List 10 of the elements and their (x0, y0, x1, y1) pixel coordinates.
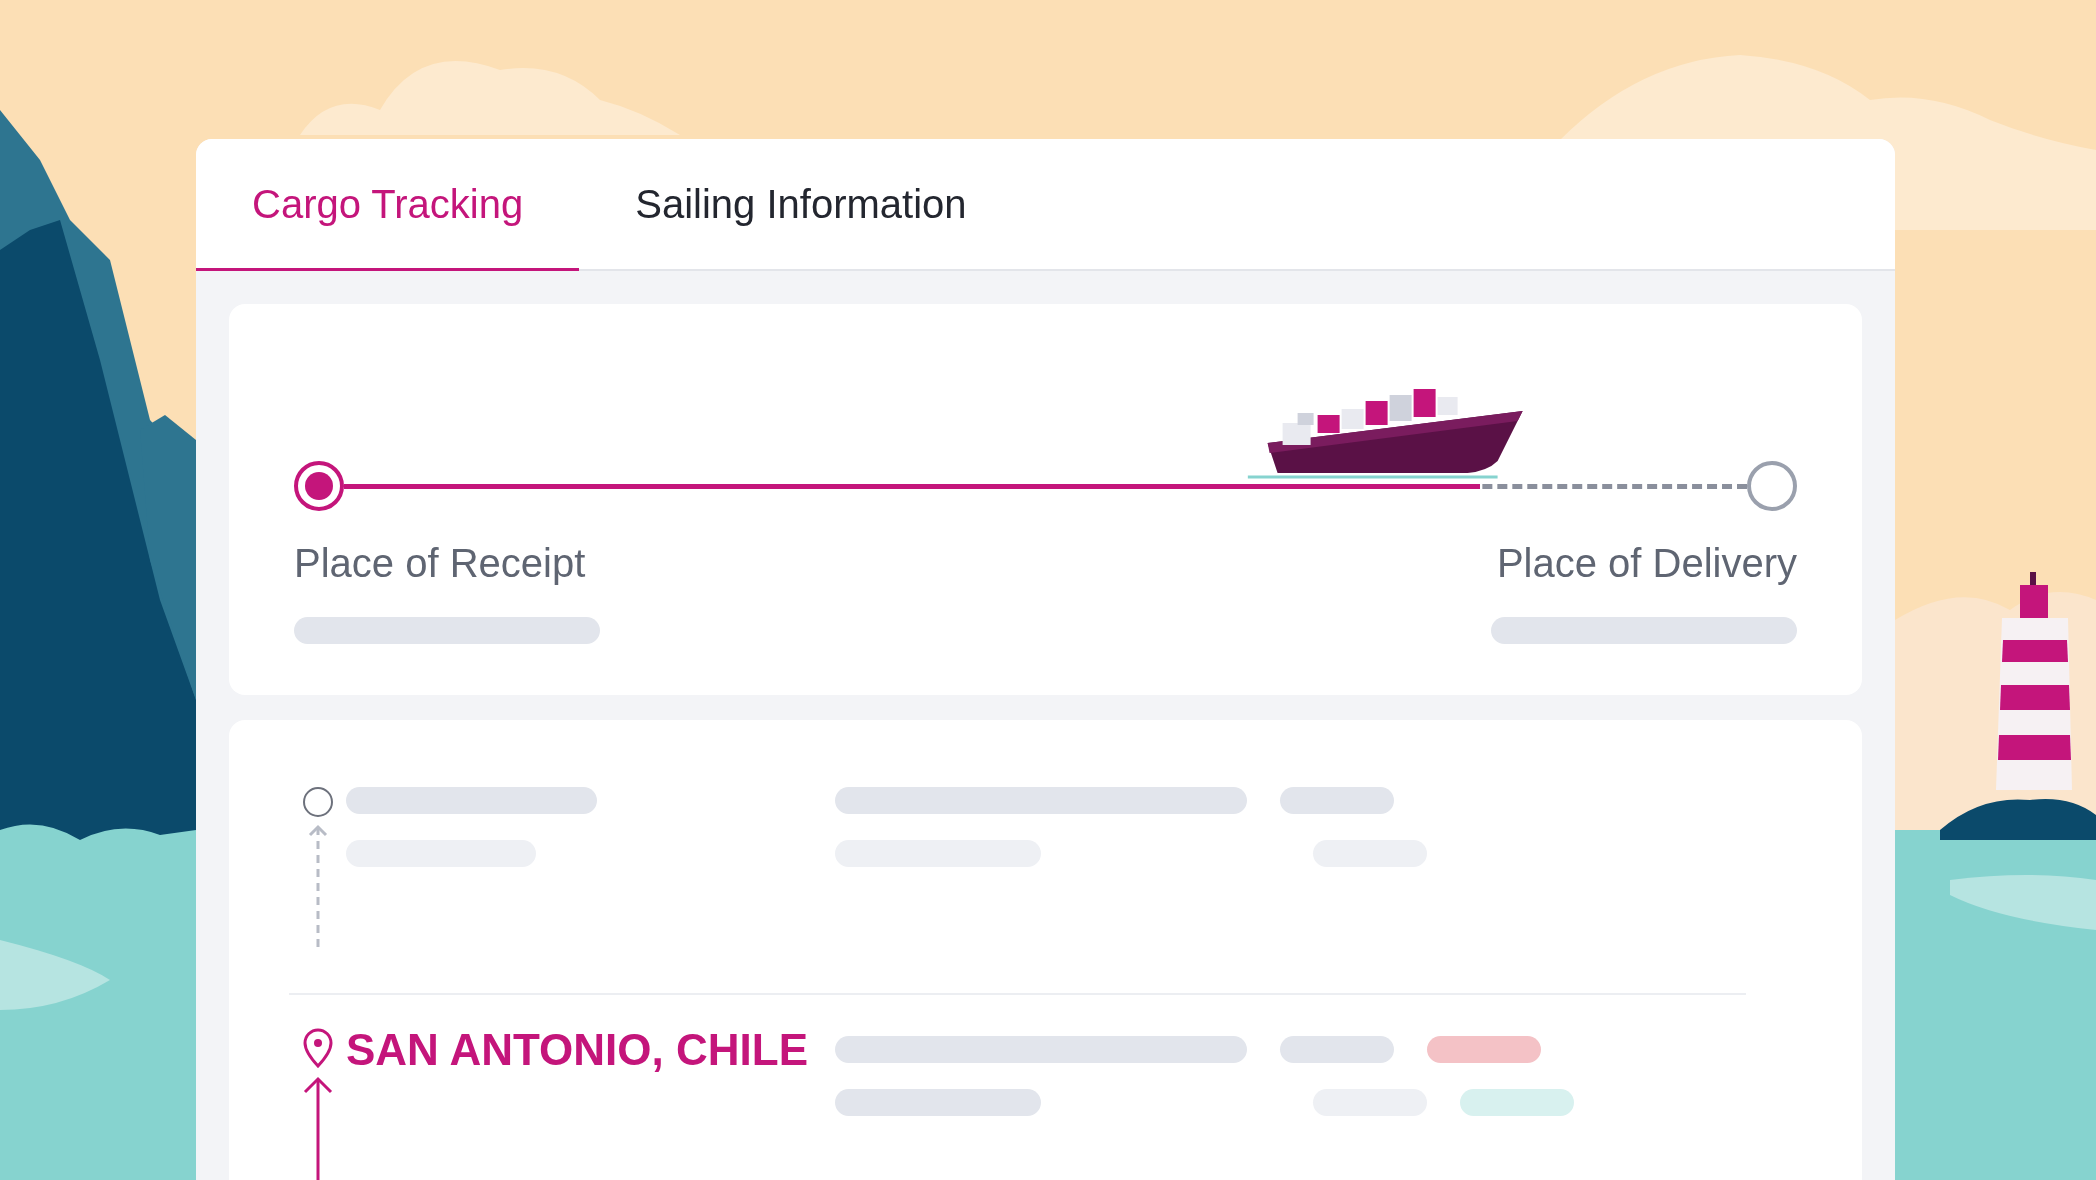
destination-label: Place of Delivery (1496, 540, 1797, 587)
location-pin-icon (301, 1028, 334, 1068)
solid-arrow-icon (301, 1076, 334, 1180)
pending-stop-icon (302, 787, 333, 817)
origin-label: Place of Receipt (294, 540, 586, 587)
tab[interactable]: Sailing Information (579, 139, 1023, 271)
location-name: SAN ANTONIO, CHILE (346, 1028, 810, 1072)
destination-marker-icon (1747, 461, 1797, 511)
origin-marker-icon (294, 461, 344, 511)
tab[interactable]: Cargo Tracking (196, 139, 580, 271)
